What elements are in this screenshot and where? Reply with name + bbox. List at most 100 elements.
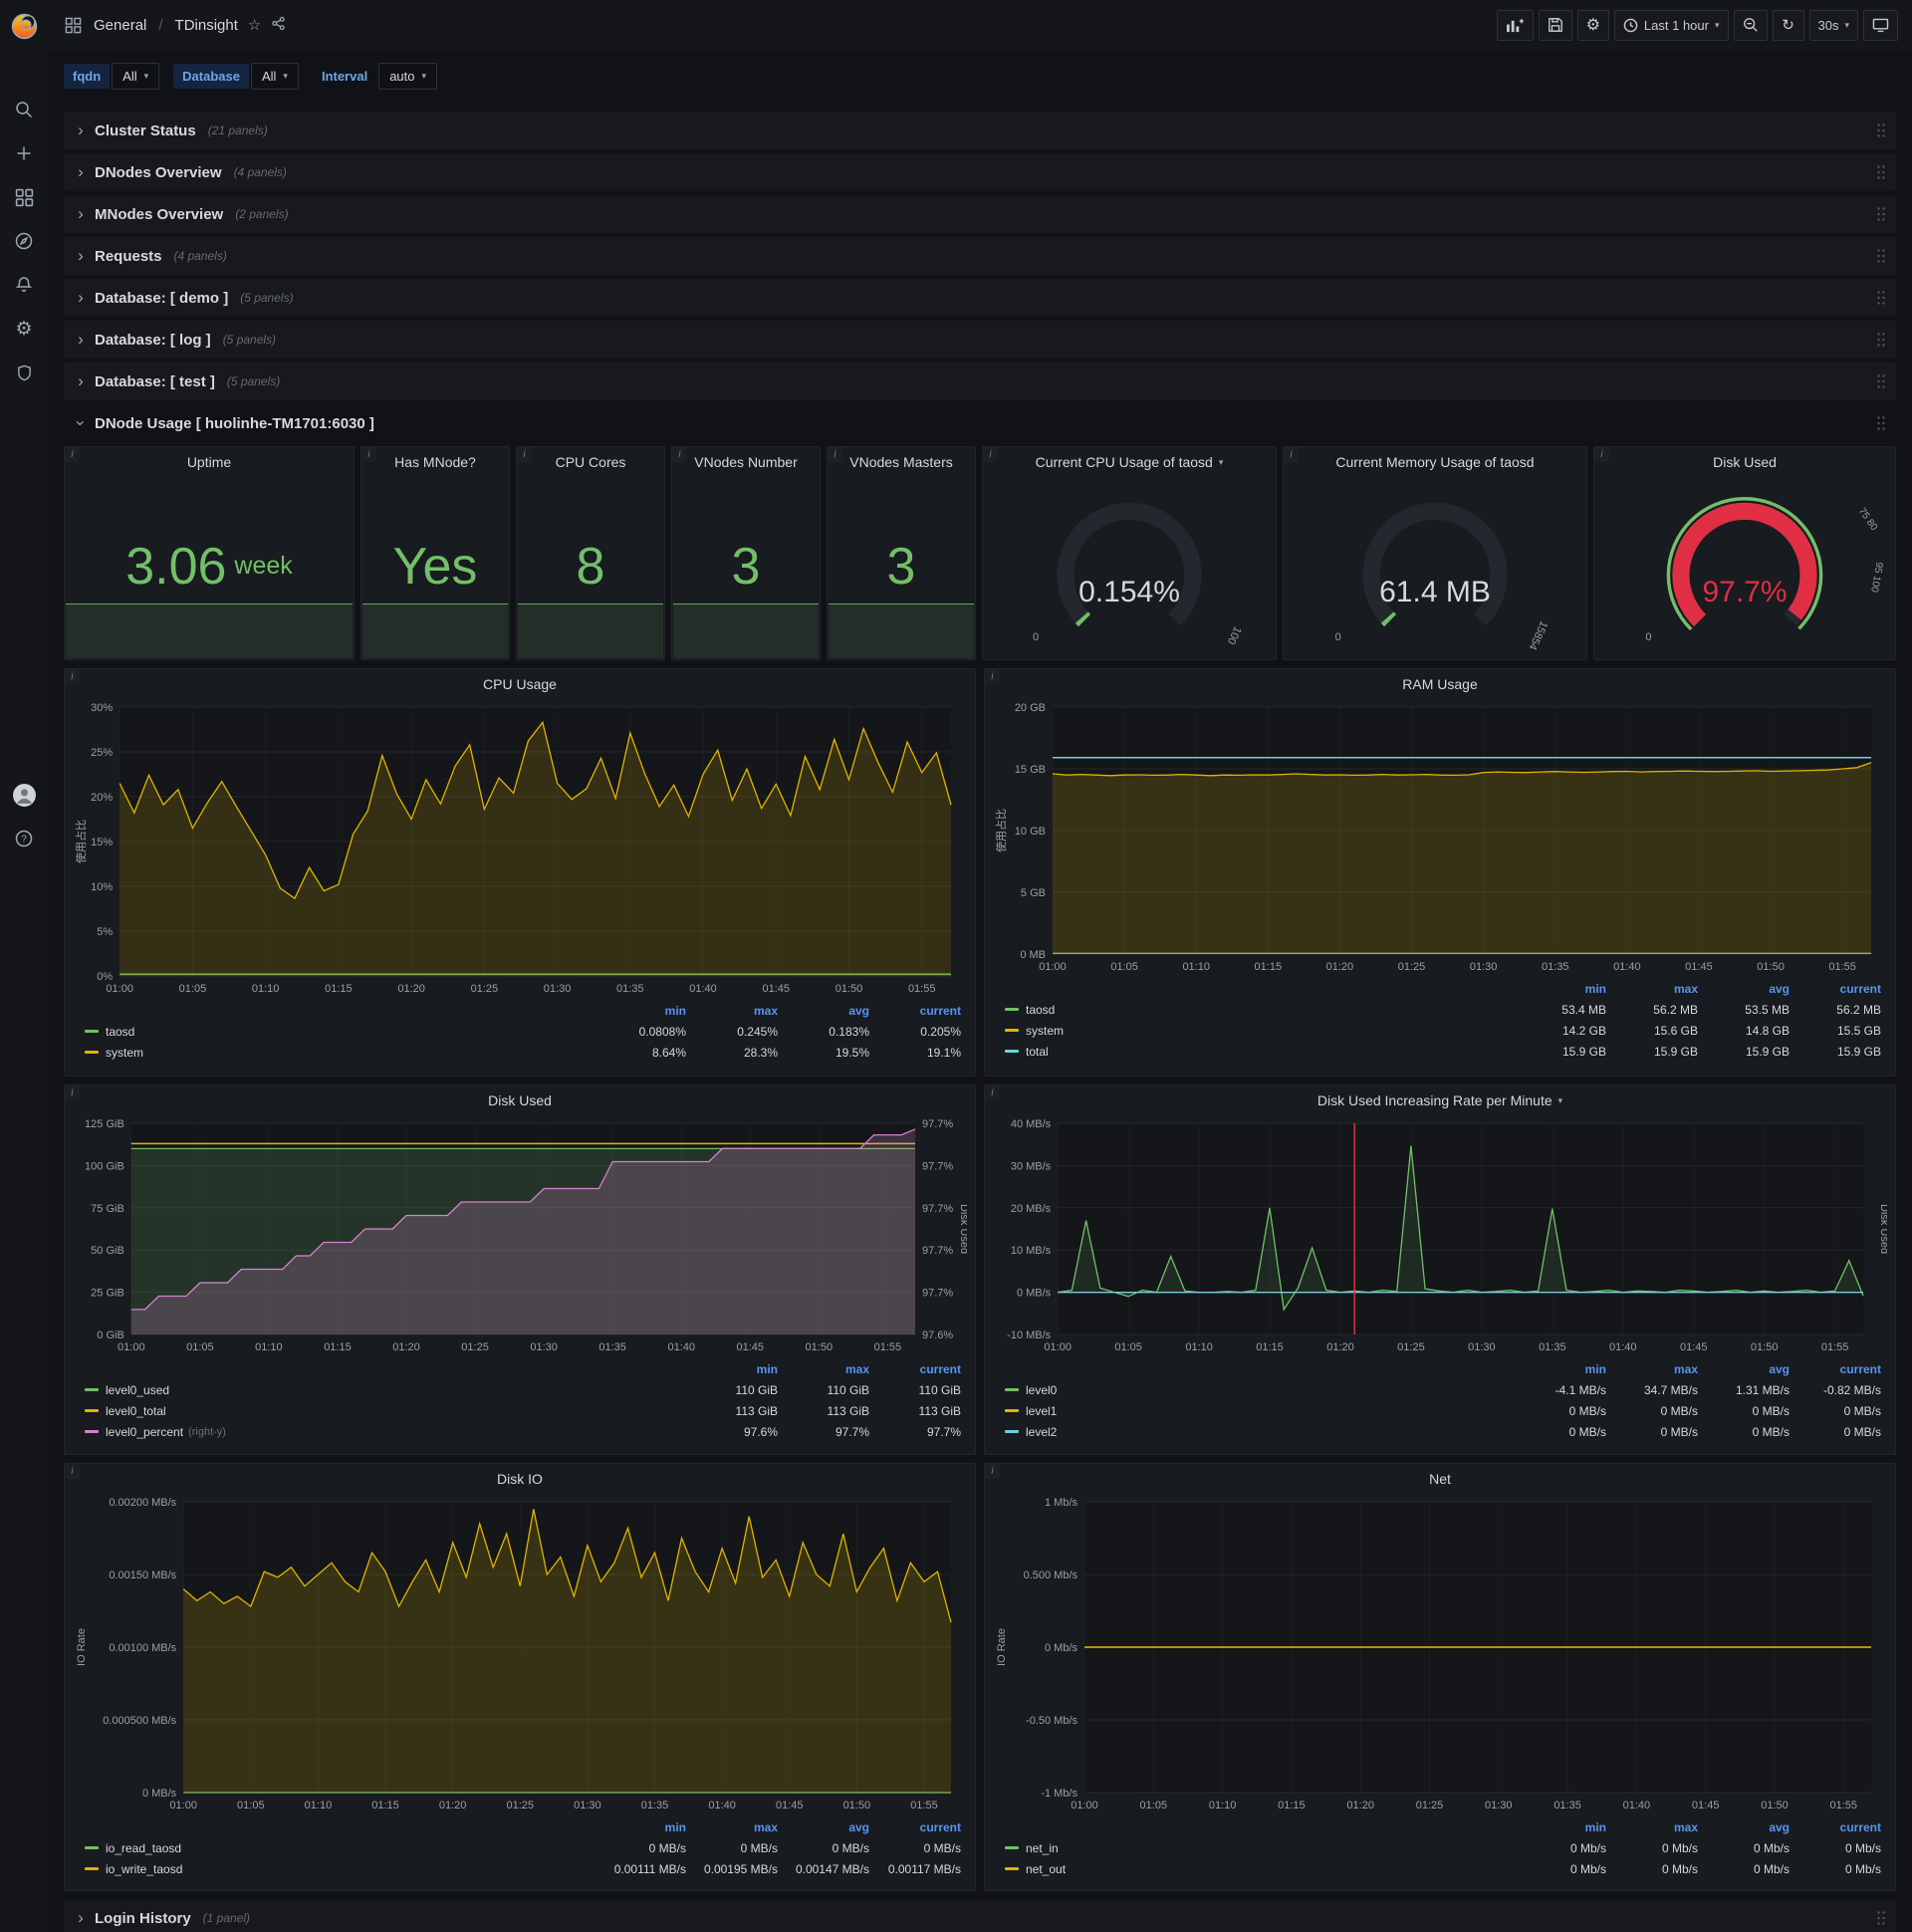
panel-title[interactable]: Current CPU Usage of taosd ▾ xyxy=(983,447,1276,477)
legend-series-toggle[interactable]: net_in xyxy=(1005,1841,1515,1855)
server-admin-shield-icon[interactable] xyxy=(2,351,46,394)
dashboard-settings-button[interactable]: ⚙ xyxy=(1576,9,1609,41)
panel-title[interactable]: CPU Usage xyxy=(65,669,975,699)
panel-info-icon[interactable]: i xyxy=(65,1086,80,1100)
variable-fqdn-value[interactable]: All ▾ xyxy=(112,62,160,90)
drag-handle-icon[interactable] xyxy=(1876,373,1886,389)
drag-handle-icon[interactable] xyxy=(1876,415,1886,431)
drag-handle-icon[interactable] xyxy=(1876,122,1886,138)
save-dashboard-button[interactable] xyxy=(1538,9,1572,41)
panel-info-icon[interactable]: i xyxy=(1284,447,1299,462)
legend-series-toggle[interactable]: level0_percent (right-y) xyxy=(85,1425,686,1439)
panel-current-cpu-gauge: i Current CPU Usage of taosd ▾ 0.154% 0 1… xyxy=(982,446,1277,660)
variable-interval-label: Interval xyxy=(321,68,368,84)
apps-grid-icon[interactable] xyxy=(62,14,84,36)
dashboards-icon[interactable] xyxy=(2,175,46,219)
panel-info-icon[interactable]: i xyxy=(517,447,532,462)
drag-handle-icon[interactable] xyxy=(1876,1910,1886,1926)
svg-text:01:10: 01:10 xyxy=(1209,1800,1237,1811)
panel-title[interactable]: Disk Used Increasing Rate per Minute ▾ xyxy=(985,1086,1895,1115)
panel-info-icon[interactable]: i xyxy=(65,669,80,684)
panel-info-icon[interactable]: i xyxy=(65,1464,80,1479)
legend-series-toggle[interactable]: level2 xyxy=(1005,1425,1515,1439)
drag-handle-icon[interactable] xyxy=(1876,248,1886,264)
panel-title[interactable]: Disk IO xyxy=(65,1464,975,1494)
legend-series-toggle[interactable]: taosd xyxy=(1005,1003,1515,1017)
cycle-view-mode-button[interactable] xyxy=(1863,9,1898,41)
breadcrumb-page[interactable]: TDinsight xyxy=(175,17,238,34)
drag-handle-icon[interactable] xyxy=(1876,332,1886,348)
breadcrumb-section[interactable]: General xyxy=(94,17,146,34)
svg-text:01:00: 01:00 xyxy=(106,983,133,995)
legend-series-toggle[interactable]: level0_used xyxy=(85,1383,686,1397)
drag-handle-icon[interactable] xyxy=(1876,206,1886,222)
explore-compass-icon[interactable] xyxy=(2,219,46,263)
legend-series-toggle[interactable]: net_out xyxy=(1005,1862,1515,1876)
legend-series-toggle[interactable]: io_read_taosd xyxy=(85,1841,595,1855)
legend-series-toggle[interactable]: system xyxy=(1005,1024,1515,1038)
panel-info-icon[interactable]: i xyxy=(983,447,998,462)
star-icon[interactable]: ☆ xyxy=(248,16,261,34)
alerting-bell-icon[interactable] xyxy=(2,263,46,307)
panel-title[interactable]: Current Memory Usage of taosd xyxy=(1284,447,1586,477)
user-avatar[interactable] xyxy=(2,773,46,817)
dashboard-row-database-test[interactable]: › Database: [ test ] (5 panels) xyxy=(64,362,1896,400)
panel-info-icon[interactable]: i xyxy=(828,447,842,462)
panel-info-icon[interactable]: i xyxy=(985,669,1000,684)
legend-series-toggle[interactable]: taosd xyxy=(85,1025,595,1039)
series-color-swatch xyxy=(85,1430,99,1433)
panel-info-icon[interactable]: i xyxy=(985,1464,1000,1479)
drag-handle-icon[interactable] xyxy=(1876,290,1886,306)
svg-text:0 MB/s: 0 MB/s xyxy=(1017,1288,1052,1300)
dashboard-row-dnode-usage[interactable]: › DNode Usage [ huolinhe-TM1701:6030 ] xyxy=(64,404,1896,442)
dashboard-row-dnodes-overview[interactable]: › DNodes Overview (4 panels) xyxy=(64,153,1896,191)
refresh-interval-picker[interactable]: 30s ▾ xyxy=(1808,9,1858,41)
legend-header: min max current xyxy=(756,1361,961,1376)
refresh-button[interactable]: ↻ xyxy=(1772,9,1804,41)
legend-series-toggle[interactable]: io_write_taosd xyxy=(85,1862,595,1876)
dashboard-row-database-demo[interactable]: › Database: [ demo ] (5 panels) xyxy=(64,279,1896,317)
search-icon[interactable] xyxy=(2,88,46,131)
dashboard-row-requests[interactable]: › Requests (4 panels) xyxy=(64,237,1896,275)
legend-series-toggle[interactable]: level0_total xyxy=(85,1404,686,1418)
disk-used-chart[interactable]: 0 GiB 97.6% 25 GiB 97.7% 50 GiB 97.7% 75 GiB 97… xyxy=(73,1115,967,1356)
grafana-logo[interactable] xyxy=(2,8,46,44)
legend-series-toggle[interactable]: system xyxy=(85,1046,595,1060)
panel-info-icon[interactable]: i xyxy=(1594,447,1609,462)
panel-title[interactable]: Disk Used xyxy=(65,1086,975,1115)
legend-series-toggle[interactable]: level1 xyxy=(1005,1404,1515,1418)
disk-rate-chart[interactable]: -10 MB/s 0 MB/s 10 MB/s 20 MB/s 30 MB/s 40 MB… xyxy=(993,1115,1887,1356)
share-icon[interactable] xyxy=(271,16,286,35)
svg-text:01:30: 01:30 xyxy=(1485,1800,1513,1811)
panel-title[interactable]: RAM Usage xyxy=(985,669,1895,699)
disk-io-chart[interactable]: 0 MB/s 0.000500 MB/s 0.00100 MB/s 0.00150 M… xyxy=(73,1494,967,1814)
ram-usage-chart[interactable]: 0 MB 5 GB 10 GB 15 GB 20 GB 01:00 01:05 01:10 01… xyxy=(993,699,1887,976)
panel-info-icon[interactable]: i xyxy=(672,447,687,462)
drag-handle-icon[interactable] xyxy=(1876,164,1886,180)
svg-text:20%: 20% xyxy=(91,792,113,804)
configuration-gear-icon[interactable]: ⚙ xyxy=(2,307,46,351)
zoom-out-button[interactable] xyxy=(1733,9,1768,41)
svg-text:0 Mb/s: 0 Mb/s xyxy=(1045,1642,1078,1654)
cpu-usage-chart[interactable]: 0% 5% 10% 15% 20% 25% 30% 01:00 01:05 01:10 01:15 0… xyxy=(73,699,967,998)
dashboard-row-cluster-status[interactable]: › Cluster Status (21 panels) xyxy=(64,112,1896,149)
panel-info-icon[interactable]: i xyxy=(65,447,80,462)
panel-title[interactable]: Disk Used xyxy=(1594,447,1895,477)
variable-interval-value[interactable]: auto ▾ xyxy=(378,62,438,90)
svg-text:01:55: 01:55 xyxy=(910,1800,938,1811)
help-icon[interactable]: ? xyxy=(2,817,46,860)
create-plus-icon[interactable] xyxy=(2,131,46,175)
panel-info-icon[interactable]: i xyxy=(361,447,376,462)
net-chart[interactable]: -1 Mb/s -0.50 Mb/s 0 Mb/s 0.500 Mb/s 1 Mb/s 0… xyxy=(993,1494,1887,1814)
dashboard-row-mnodes-overview[interactable]: › MNodes Overview (2 panels) xyxy=(64,195,1896,233)
svg-text:125 GiB: 125 GiB xyxy=(85,1118,124,1130)
dashboard-row-database-log[interactable]: › Database: [ log ] (5 panels) xyxy=(64,321,1896,359)
dashboard-row-login-history[interactable]: › Login History (1 panel) xyxy=(64,1899,1896,1932)
legend-series-toggle[interactable]: level0 xyxy=(1005,1383,1515,1397)
panel-info-icon[interactable]: i xyxy=(985,1086,1000,1100)
panel-title[interactable]: Net xyxy=(985,1464,1895,1494)
variable-database-value[interactable]: All ▾ xyxy=(250,62,299,90)
legend-series-toggle[interactable]: total xyxy=(1005,1045,1515,1059)
add-panel-button[interactable] xyxy=(1496,9,1534,41)
time-range-picker[interactable]: Last 1 hour ▾ xyxy=(1613,9,1729,41)
